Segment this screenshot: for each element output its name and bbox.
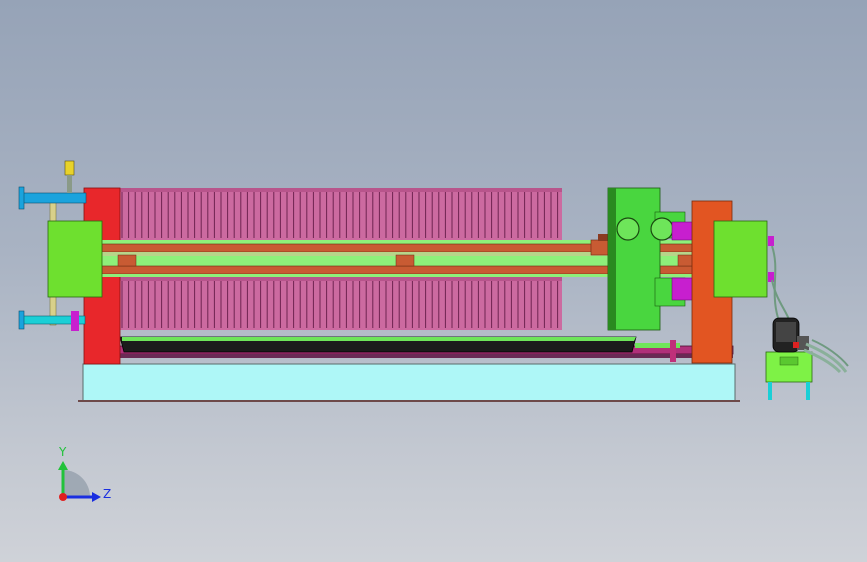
plate-stack-body <box>120 188 562 240</box>
filter-plate-stack-lower <box>120 277 562 330</box>
plate-stack-body <box>120 277 562 330</box>
plate-stack-rim <box>120 277 562 281</box>
base-frame <box>78 363 740 402</box>
drip-tray <box>84 336 734 362</box>
z-axis-label: Z <box>103 487 111 501</box>
coordinate-triad: Y Z <box>58 445 111 502</box>
hydraulic-station <box>765 245 849 400</box>
plate-stack-rim <box>120 188 562 192</box>
model-canvas[interactable]: Y Z <box>0 0 867 562</box>
tail-plate <box>691 200 774 364</box>
cad-viewport[interactable]: Y Z <box>0 0 867 562</box>
filter-plate-stack-upper <box>120 188 562 240</box>
y-axis-label: Y <box>58 445 67 459</box>
x-axis-origin <box>59 493 67 501</box>
